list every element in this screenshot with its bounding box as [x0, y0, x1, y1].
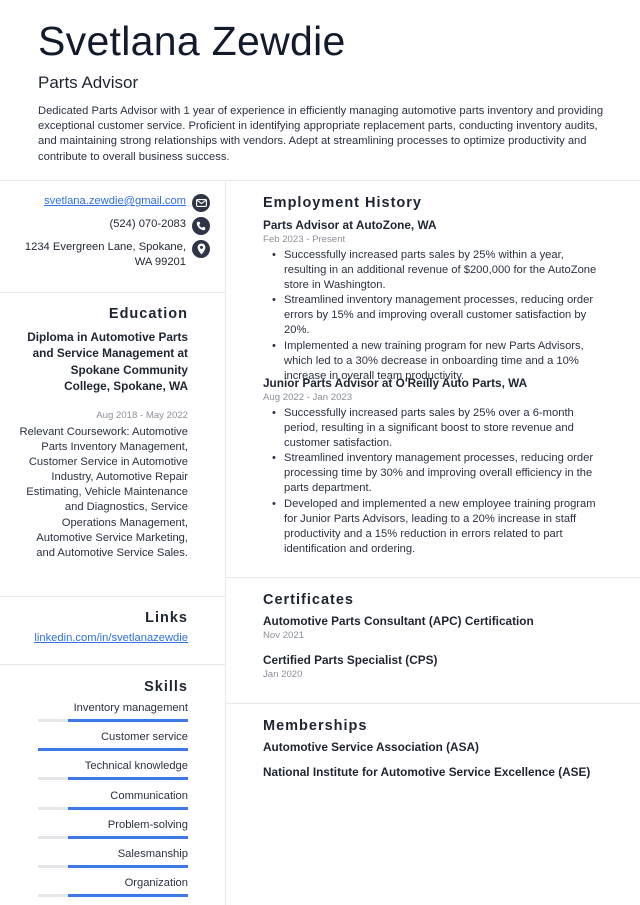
- job-dates-2: Aug 2022 - Jan 2023: [263, 392, 353, 403]
- skill-name: Customer service: [100, 731, 188, 744]
- column-divider: [225, 180, 226, 905]
- education-description: Relevant Coursework: Automotive Parts In…: [19, 426, 188, 559]
- links-heading: Links: [145, 610, 188, 626]
- links-section: Links linkedin.com/in/svetlanazewdie: [0, 596, 225, 664]
- contact-section: svetlana.zewdie@gmail.com (524) 070-2083…: [0, 180, 225, 292]
- phone-icon: [192, 217, 210, 235]
- education-heading: Education: [108, 306, 188, 322]
- candidate-name: Svetlana Zewdie: [38, 18, 346, 64]
- certificate-date: Nov 2021: [263, 630, 305, 641]
- skill-level-fill: [68, 777, 188, 781]
- education-section: Education Diploma in Automotive Parts an…: [0, 292, 225, 596]
- skill-name: Communication: [110, 789, 188, 802]
- skills-heading: Skills: [144, 679, 188, 695]
- skill-name: Inventory management: [73, 702, 188, 714]
- job-dates-1: Feb 2023 - Present: [263, 234, 346, 245]
- skill-level-track: [38, 894, 188, 898]
- skill-name: Organization: [124, 877, 188, 890]
- education-dates: Aug 2018 - May 2022: [96, 410, 188, 421]
- envelope-icon: [192, 194, 210, 212]
- skill-item: Inventory management: [38, 701, 188, 722]
- skill-item: Communication: [38, 789, 188, 810]
- job-bullets-2: Successfully increased parts sales by 25…: [272, 406, 608, 557]
- job-bullet: Streamlined inventory management process…: [272, 451, 608, 496]
- membership-item: Automotive Service Association (ASA): [263, 740, 479, 754]
- profile-summary: Dedicated Parts Advisor with 1 year of e…: [38, 105, 604, 163]
- education-degree: Diploma in Automotive Parts and Service …: [27, 330, 188, 394]
- certificates-divider: [225, 703, 640, 704]
- skill-level-fill: [68, 835, 188, 839]
- membership-item: National Institute for Automotive Servic…: [263, 765, 591, 779]
- job-bullets-1: Successfully increased parts sales by 25…: [272, 248, 608, 384]
- contact-address: 1234 Evergreen Lane, Spokane, WA 99201: [25, 240, 210, 270]
- skill-level-track: [38, 835, 188, 839]
- employment-heading: Employment History: [263, 195, 422, 211]
- contact-email: svetlana.zewdie@gmail.com: [44, 194, 210, 212]
- skill-level-track: [38, 748, 188, 752]
- skill-level-track: [38, 865, 188, 868]
- job-bullet: Streamlined inventory management process…: [272, 293, 608, 338]
- skill-item: Problem-solving: [38, 818, 188, 839]
- job-bullet: Developed and implemented a new employee…: [272, 497, 608, 557]
- email-link[interactable]: svetlana.zewdie@gmail.com: [44, 194, 186, 209]
- address-line-2: WA 99201: [134, 256, 186, 268]
- job-title-2: Junior Parts Advisor at O'Reilly Auto Pa…: [263, 376, 528, 390]
- candidate-title: Parts Advisor: [38, 73, 139, 92]
- job-bullet: Successfully increased parts sales by 25…: [272, 248, 608, 293]
- skill-name: Salesmanship: [117, 848, 188, 860]
- skill-level-fill: [38, 748, 188, 752]
- skill-level-track: [38, 806, 188, 810]
- skill-level-track: [38, 719, 188, 722]
- skill-level-fill: [68, 894, 188, 898]
- skill-level-track: [38, 777, 188, 781]
- skill-item: Customer service: [38, 730, 188, 752]
- location-pin-icon: [192, 240, 210, 258]
- skill-level-fill: [68, 806, 188, 810]
- contact-phone: (524) 070-2083: [109, 217, 210, 235]
- memberships-heading: Memberships: [263, 718, 368, 734]
- skill-name: Technical knowledge: [84, 760, 188, 773]
- skill-item: Salesmanship: [38, 847, 188, 868]
- skill-item: Organization: [38, 876, 188, 898]
- linkedin-link[interactable]: linkedin.com/in/svetlanazewdie: [34, 632, 188, 644]
- employment-divider: [225, 577, 640, 578]
- phone-number: (524) 070-2083: [109, 218, 186, 230]
- certificate-name: Automotive Parts Consultant (APC) Certif…: [263, 614, 534, 628]
- certificates-heading: Certificates: [263, 592, 354, 608]
- skill-name: Problem-solving: [107, 818, 188, 831]
- skill-level-fill: [68, 719, 188, 722]
- certificate-date: Jan 2020: [263, 669, 303, 680]
- skill-level-fill: [68, 865, 188, 868]
- address-line-1: 1234 Evergreen Lane, Spokane,: [24, 241, 186, 253]
- job-title-1: Parts Advisor at AutoZone, WA: [263, 218, 437, 232]
- job-bullet: Successfully increased parts sales by 25…: [272, 406, 608, 451]
- skill-item: Technical knowledge: [38, 759, 188, 781]
- certificate-name: Certified Parts Specialist (CPS): [263, 653, 438, 667]
